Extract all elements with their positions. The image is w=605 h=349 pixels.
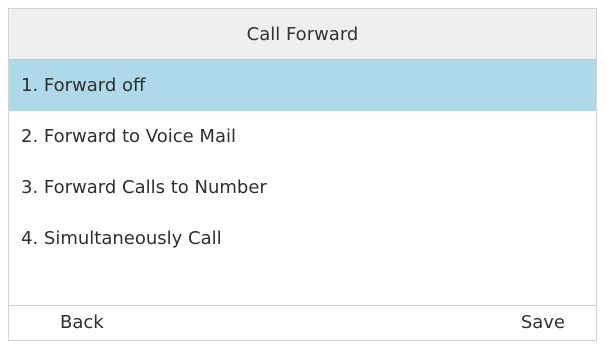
phone-screen: Call Forward 1. Forward off 2. Forward t… — [8, 8, 597, 341]
menu-item-simultaneously-call[interactable]: 4. Simultaneously Call — [9, 213, 596, 264]
menu-item-label: 4. Simultaneously Call — [21, 228, 222, 249]
menu-item-label: 3. Forward Calls to Number — [21, 177, 267, 198]
menu-item-label: 1. Forward off — [21, 75, 146, 96]
menu-item-forward-off[interactable]: 1. Forward off — [9, 60, 596, 111]
menu-item-forward-to-voice-mail[interactable]: 2. Forward to Voice Mail — [9, 111, 596, 162]
screen-header: Call Forward — [9, 9, 596, 60]
page-title: Call Forward — [246, 23, 359, 45]
save-button[interactable]: Save — [521, 312, 565, 333]
back-button[interactable]: Back — [60, 312, 104, 333]
menu-item-label: 2. Forward to Voice Mail — [21, 126, 236, 147]
call-forward-menu: 1. Forward off 2. Forward to Voice Mail … — [9, 60, 596, 305]
menu-item-forward-calls-to-number[interactable]: 3. Forward Calls to Number — [9, 162, 596, 213]
softkey-bar: Back Save — [9, 305, 596, 341]
